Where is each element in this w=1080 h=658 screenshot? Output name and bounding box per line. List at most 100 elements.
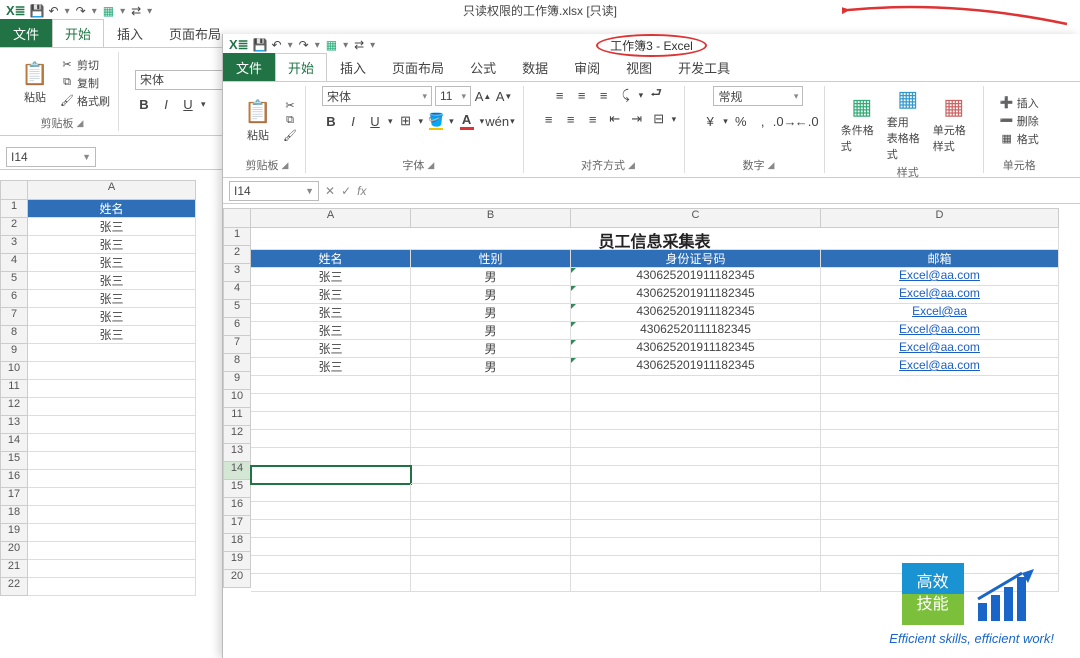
tab-home[interactable]: 开始 (52, 19, 104, 47)
row-header[interactable]: 16 (223, 498, 251, 516)
row-header[interactable]: 16 (0, 470, 28, 488)
cell[interactable] (28, 398, 196, 416)
cell[interactable] (571, 412, 821, 430)
align-right-icon[interactable]: ≡ (584, 110, 602, 128)
cell[interactable]: 张三 (28, 254, 196, 272)
back-colhdr-a[interactable]: A (28, 180, 196, 200)
row-header[interactable]: 4 (223, 282, 251, 300)
cell[interactable]: 张三 (28, 326, 196, 344)
fx-icon[interactable]: fx (357, 184, 366, 198)
cell[interactable] (28, 452, 196, 470)
paste-button[interactable]: 📋 粘贴 (14, 61, 56, 105)
cell[interactable] (411, 412, 571, 430)
row-header[interactable]: 8 (223, 354, 251, 372)
cell[interactable] (571, 556, 821, 574)
col-header[interactable]: C (571, 208, 821, 228)
cell[interactable] (251, 520, 411, 538)
email-link[interactable]: Excel@aa.com (899, 340, 980, 354)
tab-insert[interactable]: 插入 (327, 53, 379, 81)
tab-formula[interactable]: 公式 (457, 53, 509, 81)
currency-icon[interactable]: ¥ (701, 112, 719, 130)
paste-button[interactable]: 📋 粘贴 (237, 99, 279, 143)
email-link[interactable]: Excel@aa (912, 304, 967, 318)
cell[interactable]: 张三 (251, 358, 411, 376)
col-header[interactable]: A (251, 208, 411, 228)
front-grid[interactable]: 1234567891011121314151617181920 ABCD 员工信… (223, 208, 1080, 592)
cell[interactable]: 张三 (251, 286, 411, 304)
cell[interactable] (28, 470, 196, 488)
orientation-icon[interactable]: ⤹ (617, 86, 635, 104)
cell[interactable]: Excel@aa.com (821, 340, 1059, 358)
cell[interactable]: 张三 (251, 268, 411, 286)
align-center-icon[interactable]: ≡ (562, 110, 580, 128)
cell[interactable] (571, 394, 821, 412)
align-bot-icon[interactable]: ≡ (595, 86, 613, 104)
row-header[interactable]: 15 (0, 452, 28, 470)
cell[interactable] (571, 538, 821, 556)
cell[interactable] (28, 524, 196, 542)
cell[interactable] (411, 430, 571, 448)
row-header[interactable]: 8 (0, 326, 28, 344)
cell[interactable] (821, 466, 1059, 484)
cell[interactable]: Excel@aa (821, 304, 1059, 322)
row-header[interactable]: 22 (0, 578, 28, 596)
row-header[interactable]: 14 (223, 462, 251, 480)
cell[interactable] (821, 412, 1059, 430)
bold-button[interactable]: B (322, 112, 340, 130)
cell[interactable]: 430625201911182345 (571, 286, 821, 304)
cell[interactable] (411, 376, 571, 394)
table-format-button[interactable]: ▦套用 表格格式 (887, 86, 929, 162)
cell[interactable] (821, 520, 1059, 538)
title-cell[interactable]: 员工信息采集表 (251, 228, 1059, 250)
row-header[interactable]: 10 (223, 390, 251, 408)
cell[interactable] (571, 448, 821, 466)
cell[interactable]: Excel@aa.com (821, 268, 1059, 286)
underline-button[interactable]: U (179, 96, 197, 114)
cell[interactable]: 430625201911182345 (571, 340, 821, 358)
row-header[interactable]: 11 (223, 408, 251, 426)
tab-file[interactable]: 文件 (0, 19, 52, 47)
cell[interactable]: 男 (411, 268, 571, 286)
row-header[interactable]: 15 (223, 480, 251, 498)
font-size-select[interactable]: 11▾ (435, 86, 471, 106)
enter-icon[interactable]: ✓ (341, 184, 351, 198)
header-cell[interactable]: 姓名 (251, 250, 411, 268)
cell[interactable]: 男 (411, 322, 571, 340)
email-link[interactable]: Excel@aa.com (899, 322, 980, 336)
wrap-text-icon[interactable]: ⮐ (647, 86, 665, 104)
row-header[interactable]: 2 (0, 218, 28, 236)
percent-icon[interactable]: % (732, 112, 750, 130)
painter-button[interactable]: 🖌格式刷 (60, 93, 110, 109)
cell-style-button[interactable]: ▦单元格样式 (933, 94, 975, 154)
grow-font-icon[interactable]: A▲ (474, 87, 492, 105)
italic-button[interactable]: I (157, 96, 175, 114)
cell[interactable]: 430625201911182345 (571, 358, 821, 376)
cell[interactable] (411, 520, 571, 538)
cell[interactable]: 43062520111182345 (571, 322, 821, 340)
cell[interactable]: 张三 (251, 322, 411, 340)
row-header[interactable]: 3 (223, 264, 251, 282)
row-header[interactable]: 5 (0, 272, 28, 290)
row-header[interactable]: 17 (0, 488, 28, 506)
border-button[interactable]: ⊞ (397, 112, 415, 130)
cell[interactable] (411, 484, 571, 502)
row-header[interactable]: 19 (0, 524, 28, 542)
align-top-icon[interactable]: ≡ (551, 86, 569, 104)
cell[interactable]: 男 (411, 304, 571, 322)
tab-review[interactable]: 审阅 (561, 53, 613, 81)
cell[interactable] (28, 344, 196, 362)
cell[interactable] (571, 484, 821, 502)
cell[interactable]: 430625201911182345 (571, 268, 821, 286)
cell[interactable]: 男 (411, 340, 571, 358)
cell[interactable] (251, 448, 411, 466)
cut-icon[interactable]: ✂ (283, 99, 297, 112)
row-header[interactable]: 12 (0, 398, 28, 416)
email-link[interactable]: Excel@aa.com (899, 358, 980, 372)
row-header[interactable]: 9 (0, 344, 28, 362)
indent-inc-icon[interactable]: ⇥ (628, 110, 646, 128)
tab-layout[interactable]: 页面布局 (379, 53, 457, 81)
inc-decimal-icon[interactable]: .0→ (776, 112, 794, 130)
cell[interactable] (821, 538, 1059, 556)
align-left-icon[interactable]: ≡ (540, 110, 558, 128)
row-header[interactable]: 5 (223, 300, 251, 318)
